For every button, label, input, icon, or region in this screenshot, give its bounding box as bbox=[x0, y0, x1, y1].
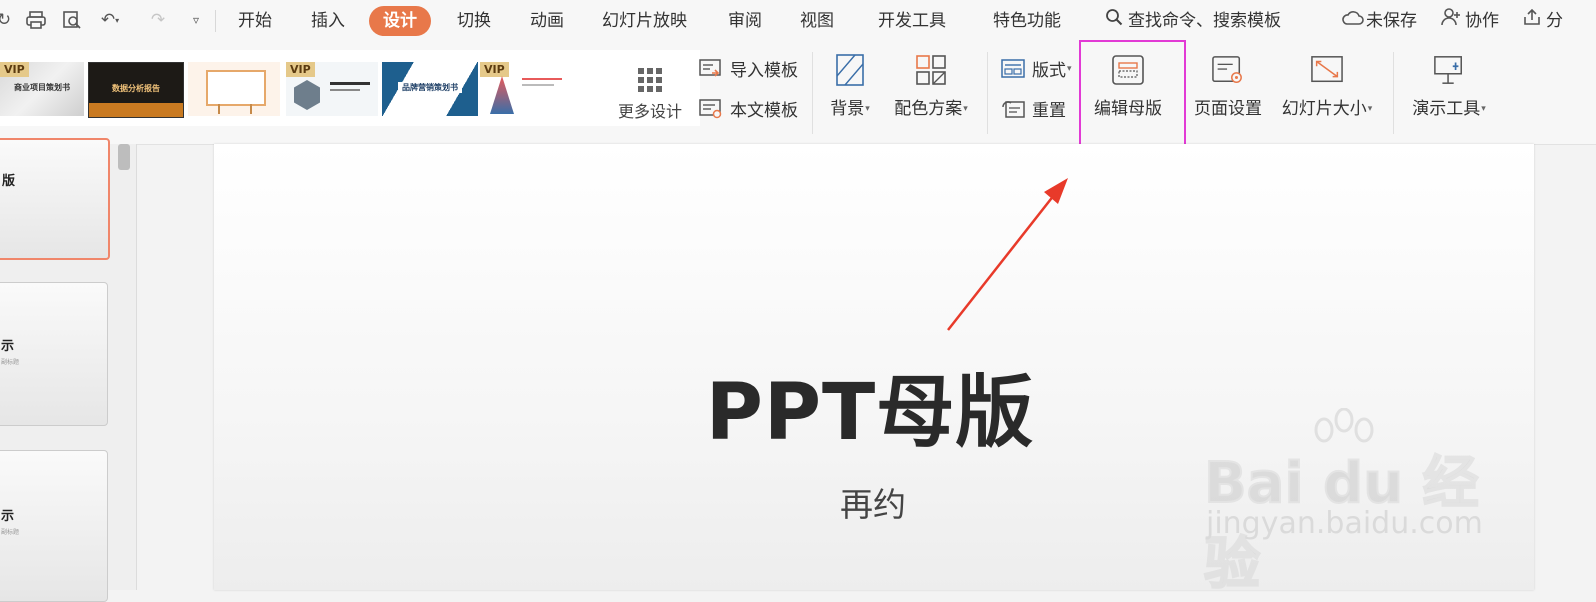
print-preview-icon[interactable] bbox=[60, 7, 84, 33]
vip-badge: VIP bbox=[480, 62, 509, 77]
customize-quick-access-icon[interactable]: ▿ bbox=[184, 7, 208, 33]
presentation-tools-icon bbox=[1433, 54, 1465, 86]
text-template-button[interactable]: 本文模板 bbox=[698, 96, 798, 121]
edit-master-highlight-box bbox=[1079, 40, 1186, 149]
slide-size-label: 幻灯片大小 bbox=[1281, 99, 1367, 119]
tab-review[interactable]: 审阅 bbox=[728, 6, 762, 36]
redo-partial-icon[interactable]: ↻ bbox=[0, 7, 16, 33]
template-thumb[interactable]: 品牌营销策划书 bbox=[382, 62, 478, 116]
tab-transition[interactable]: 切换 bbox=[457, 6, 491, 36]
color-scheme-button[interactable]: 配色方案▾ bbox=[888, 52, 974, 119]
page-setup-button[interactable]: 页面设置 bbox=[1190, 52, 1266, 119]
background-icon bbox=[834, 54, 866, 86]
chevron-down-icon: ▾ bbox=[1367, 104, 1373, 114]
color-scheme-icon bbox=[915, 54, 947, 86]
grid-icon bbox=[638, 68, 662, 92]
share-button[interactable]: 分 bbox=[1522, 6, 1563, 36]
search-label: 查找命令、搜索模板 bbox=[1128, 11, 1281, 31]
chevron-down-icon: ▾ bbox=[963, 104, 968, 114]
more-designs-label: 更多设计 bbox=[617, 102, 682, 121]
layout-label: 版式 bbox=[1032, 61, 1066, 81]
vip-badge: VIP bbox=[286, 62, 315, 77]
reset-icon bbox=[1000, 98, 1026, 120]
reset-button[interactable]: 重置 bbox=[1000, 96, 1066, 121]
tab-developer[interactable]: 开发工具 bbox=[878, 6, 946, 36]
import-template-icon bbox=[698, 58, 724, 80]
reset-label: 重置 bbox=[1032, 101, 1066, 121]
print-icon[interactable] bbox=[24, 7, 48, 33]
text-template-label: 本文模板 bbox=[730, 101, 798, 121]
text-template-icon bbox=[698, 98, 724, 120]
slide-size-button[interactable]: 幻灯片大小▾ bbox=[1277, 52, 1377, 119]
design-template-gallery: VIP 商业项目策划书 数据分析报告 VIP 品牌营销策划书 VIP 更多设计 bbox=[0, 50, 700, 126]
tab-home[interactable]: 开始 bbox=[238, 6, 272, 36]
tab-view[interactable]: 视图 bbox=[800, 6, 834, 36]
tab-design[interactable]: 设计 bbox=[369, 6, 431, 36]
tab-special-features[interactable]: 特色功能 bbox=[993, 6, 1061, 36]
annotation-arrow bbox=[947, 178, 1068, 331]
tab-slideshow[interactable]: 幻灯片放映 bbox=[602, 6, 687, 36]
cloud-icon bbox=[1342, 6, 1364, 36]
slide-size-icon bbox=[1311, 54, 1343, 86]
baidu-jingyan-watermark: Bai du 经验 jingyan.baidu.com bbox=[1203, 408, 1494, 598]
page-setup-label: 页面设置 bbox=[1194, 99, 1262, 119]
divider bbox=[987, 52, 988, 134]
search-icon bbox=[1104, 6, 1124, 36]
template-thumb[interactable]: VIP bbox=[286, 62, 378, 116]
background-button[interactable]: 背景▾ bbox=[825, 52, 875, 119]
chevron-down-icon: ▾ bbox=[1067, 63, 1072, 74]
presentation-tools-label: 演示工具 bbox=[1412, 99, 1481, 119]
user-add-icon bbox=[1441, 6, 1461, 36]
menu-bar: ↻ ↶ ▾ ↷ ▿ 开始 插入 设计 切换 动画 幻灯片放映 审阅 视图 开发工具… bbox=[0, 0, 1596, 42]
layout-button[interactable]: 版式 ▾ bbox=[1000, 56, 1072, 81]
template-thumb[interactable] bbox=[188, 62, 280, 116]
import-template-label: 导入模板 bbox=[730, 61, 798, 81]
template-title: 品牌营销策划书 bbox=[398, 82, 462, 93]
scrollbar-thumb[interactable] bbox=[118, 144, 130, 170]
share-icon bbox=[1522, 6, 1542, 36]
divider bbox=[1393, 52, 1394, 134]
background-label: 背景 bbox=[830, 99, 865, 119]
template-thumb[interactable]: VIP 商业项目策划书 bbox=[0, 62, 84, 116]
divider bbox=[812, 52, 813, 134]
slide-thumb-title: 版 bbox=[2, 174, 16, 189]
template-thumb[interactable]: 数据分析报告 bbox=[88, 62, 184, 118]
chevron-down-icon: ▾ bbox=[865, 104, 870, 114]
template-title: 商业项目策划书 bbox=[14, 83, 70, 92]
watermark-url: jingyan.baidu.com bbox=[1206, 506, 1483, 541]
chevron-down-icon: ▾ bbox=[1481, 104, 1486, 114]
tab-insert[interactable]: 插入 bbox=[311, 6, 345, 36]
ribbon: VIP 商业项目策划书 数据分析报告 VIP 品牌营销策划书 VIP 更多设计 … bbox=[0, 42, 1596, 145]
collaborate-button[interactable]: 协作 bbox=[1441, 6, 1499, 36]
collab-label: 协作 bbox=[1465, 11, 1499, 31]
more-designs-button[interactable]: 更多设计 bbox=[610, 64, 690, 122]
unsaved-label: 未保存 bbox=[1366, 11, 1417, 31]
page-setup-icon bbox=[1212, 54, 1244, 86]
share-label: 分 bbox=[1546, 11, 1563, 31]
presentation-tools-button[interactable]: 演示工具▾ bbox=[1406, 52, 1492, 119]
layout-icon bbox=[1000, 58, 1026, 80]
slide-thumbnail[interactable]: 版 bbox=[0, 138, 110, 260]
tab-animation[interactable]: 动画 bbox=[530, 6, 564, 36]
redo-icon[interactable]: ↷ bbox=[146, 7, 170, 33]
template-thumb[interactable]: VIP bbox=[480, 62, 572, 116]
vip-badge: VIP bbox=[0, 62, 29, 77]
command-search[interactable]: 查找命令、搜索模板 bbox=[1104, 6, 1281, 36]
unsaved-status[interactable]: 未保存 bbox=[1342, 6, 1417, 36]
template-title: 数据分析报告 bbox=[112, 84, 160, 93]
color-scheme-label: 配色方案 bbox=[894, 99, 963, 119]
divider bbox=[215, 10, 216, 32]
slide-thumb-subtitle: 副标题 bbox=[1, 529, 20, 536]
import-template-button[interactable]: 导入模板 bbox=[698, 56, 798, 81]
slide-thumbnail[interactable]: 示 副标题 bbox=[0, 450, 108, 602]
undo-icon[interactable]: ↶ ▾ bbox=[98, 7, 122, 33]
